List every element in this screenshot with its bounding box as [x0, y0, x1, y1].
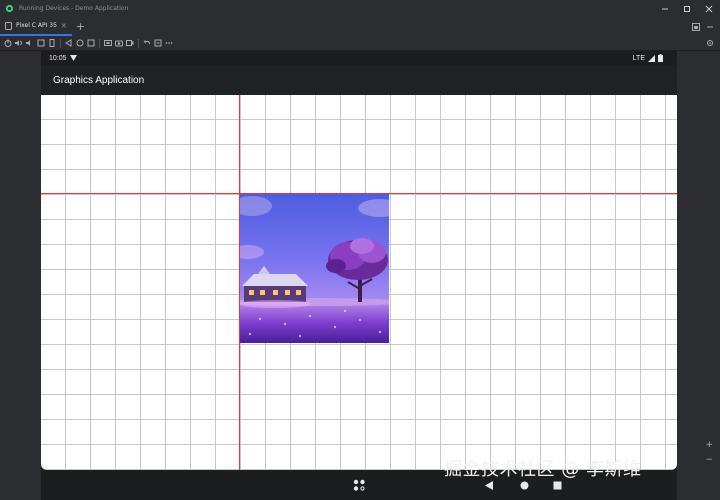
signal-icon [648, 54, 655, 62]
back-icon[interactable] [65, 39, 73, 47]
redo-icon[interactable] [154, 39, 162, 47]
zoom-in-icon[interactable]: + [705, 440, 713, 450]
settings-gear-icon[interactable] [706, 39, 714, 47]
device-toolbar [0, 36, 720, 51]
watermark-text: 掘金技术社区 @ 李斯维 [444, 459, 642, 480]
app-drawer-icon[interactable] [353, 479, 366, 492]
volume-up-icon[interactable] [15, 39, 23, 47]
nav-home-icon[interactable] [520, 481, 529, 490]
zoom-controls: + − [705, 440, 713, 465]
nav-recents-icon[interactable] [553, 481, 562, 490]
android-studio-icon [5, 4, 14, 13]
network-type: LTE [632, 54, 645, 62]
camera-icon[interactable] [115, 39, 123, 47]
rotate-right-icon[interactable] [48, 39, 56, 47]
maximize-icon[interactable] [676, 0, 698, 17]
toolbar-divider [60, 38, 61, 48]
home-icon[interactable] [76, 39, 84, 47]
volume-down-icon[interactable] [26, 39, 34, 47]
app-title: Graphics Application [53, 74, 145, 86]
toolbar-divider [138, 38, 139, 48]
device-screen[interactable]: 10:05 LTE Graphics Application [41, 51, 677, 500]
rotate-left-icon[interactable] [37, 39, 45, 47]
power-icon[interactable] [4, 39, 12, 47]
minimize-icon[interactable] [654, 0, 676, 17]
notification-icon [69, 55, 77, 61]
tab-pixel-c[interactable]: Pixel C API 35 ✕ [0, 17, 72, 36]
hide-panel-icon[interactable] [706, 23, 714, 31]
layout-icon[interactable] [692, 22, 700, 31]
tab-label: Pixel C API 35 [16, 22, 57, 29]
tablet-icon [5, 21, 12, 30]
undo-icon[interactable] [143, 39, 151, 47]
overview-icon[interactable] [87, 39, 95, 47]
android-status-bar: 10:05 LTE [41, 51, 677, 65]
screen-record-icon[interactable] [126, 39, 134, 47]
device-tab-bar: Pixel C API 35 ✕ + [0, 17, 720, 36]
screenshot-icon[interactable] [104, 39, 112, 47]
landscape-image [240, 194, 389, 343]
status-time: 10:05 [49, 54, 67, 62]
nav-back-icon[interactable] [485, 481, 494, 490]
window-title: Running Devices - Demo Application [19, 5, 129, 12]
close-icon[interactable] [698, 0, 720, 17]
app-bar: Graphics Application [41, 65, 677, 95]
drawing-canvas[interactable] [41, 95, 677, 470]
battery-icon [658, 54, 663, 62]
toolbar-divider [99, 38, 100, 48]
more-icon[interactable] [165, 39, 173, 47]
zoom-out-icon[interactable]: − [705, 455, 713, 465]
close-tab-icon[interactable]: ✕ [61, 22, 67, 30]
window-title-bar: Running Devices - Demo Application [0, 0, 720, 17]
right-tool-strip [701, 51, 720, 500]
add-device-icon[interactable]: + [76, 20, 85, 33]
